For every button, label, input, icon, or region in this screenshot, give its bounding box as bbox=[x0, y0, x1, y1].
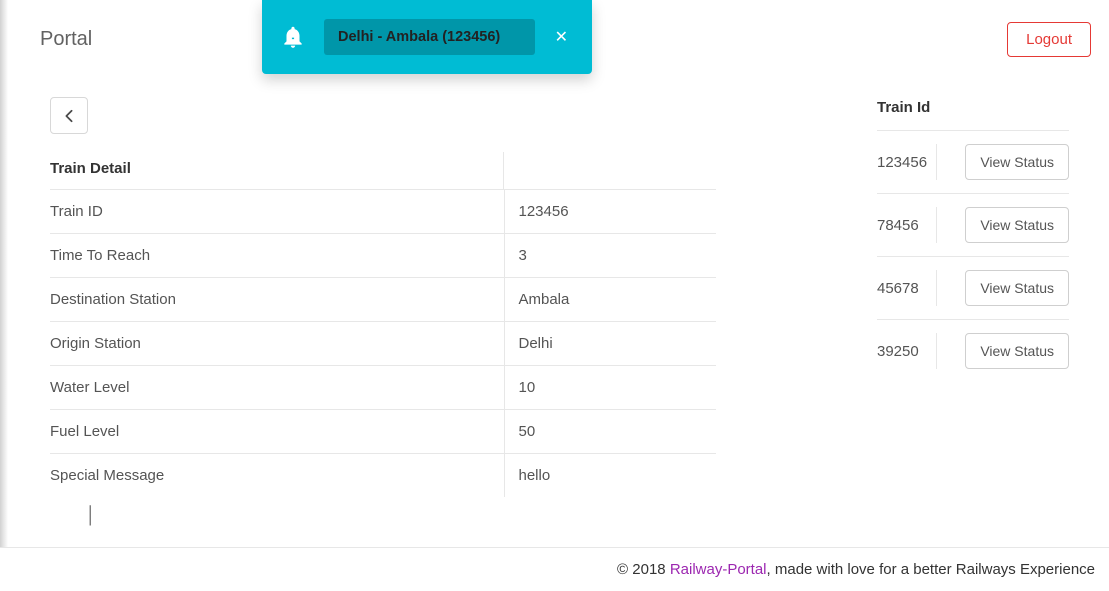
notification-message[interactable]: Delhi - Ambala (123456) bbox=[324, 19, 535, 55]
detail-row: Fuel Level50 bbox=[50, 410, 716, 454]
train-row: 39250 View Status bbox=[877, 320, 1069, 382]
view-status-button[interactable]: View Status bbox=[965, 207, 1069, 243]
detail-value: hello bbox=[504, 454, 716, 498]
train-list-heading: Train Id bbox=[877, 97, 1069, 131]
footer: © 2018 Railway-Portal, made with love fo… bbox=[0, 547, 1109, 591]
back-button[interactable] bbox=[50, 97, 88, 134]
detail-value: Ambala bbox=[504, 278, 716, 322]
detail-row: Train ID123456 bbox=[50, 190, 716, 234]
detail-label: Water Level bbox=[50, 366, 504, 410]
footer-copyright: © 2018 bbox=[617, 561, 670, 578]
train-list-panel: Train Id 123456 View Status 78456 View Stat… bbox=[877, 97, 1069, 527]
detail-value: 10 bbox=[504, 366, 716, 410]
detail-row: Special Messagehello bbox=[50, 454, 716, 498]
train-detail-heading: Train Detail bbox=[50, 152, 716, 190]
detail-label: Origin Station bbox=[50, 322, 504, 366]
logout-button[interactable]: Logout bbox=[1007, 22, 1091, 57]
footer-link[interactable]: Railway-Portal bbox=[670, 561, 767, 578]
chevron-left-icon bbox=[64, 109, 74, 123]
train-row: 123456 View Status bbox=[877, 131, 1069, 194]
train-id: 78456 bbox=[877, 207, 937, 243]
detail-row: Water Level10 bbox=[50, 366, 716, 410]
detail-label: Fuel Level bbox=[50, 410, 504, 454]
detail-row: Origin StationDelhi bbox=[50, 322, 716, 366]
detail-label: Special Message bbox=[50, 454, 504, 498]
detail-value: Delhi bbox=[504, 322, 716, 366]
window-shadow bbox=[0, 0, 8, 591]
train-row: 45678 View Status bbox=[877, 257, 1069, 320]
train-id: 39250 bbox=[877, 333, 937, 369]
bell-add-icon bbox=[280, 24, 306, 50]
detail-row: Destination StationAmbala bbox=[50, 278, 716, 322]
train-row: 78456 View Status bbox=[877, 194, 1069, 257]
detail-label: Time To Reach bbox=[50, 234, 504, 278]
view-status-button[interactable]: View Status bbox=[965, 333, 1069, 369]
view-status-button[interactable]: View Status bbox=[965, 144, 1069, 180]
footer-tagline: , made with love for a better Railways E… bbox=[767, 561, 1095, 578]
close-icon[interactable]: ✕ bbox=[549, 21, 574, 53]
notification-toast: Delhi - Ambala (123456) ✕ bbox=[262, 0, 592, 74]
portal-title: Portal bbox=[40, 28, 92, 51]
train-id: 45678 bbox=[877, 270, 937, 306]
text-cursor: | bbox=[88, 501, 716, 527]
detail-value: 50 bbox=[504, 410, 716, 454]
view-status-button[interactable]: View Status bbox=[965, 270, 1069, 306]
main-content: Train Detail Train ID123456Time To Reach… bbox=[0, 57, 1109, 527]
detail-label: Destination Station bbox=[50, 278, 504, 322]
detail-row: Time To Reach3 bbox=[50, 234, 716, 278]
detail-value: 3 bbox=[504, 234, 716, 278]
train-detail-table: Train ID123456Time To Reach3Destination … bbox=[50, 190, 716, 497]
detail-value: 123456 bbox=[504, 190, 716, 234]
train-id: 123456 bbox=[877, 144, 937, 180]
detail-label: Train ID bbox=[50, 190, 504, 234]
train-detail-panel: Train Detail Train ID123456Time To Reach… bbox=[50, 97, 716, 527]
